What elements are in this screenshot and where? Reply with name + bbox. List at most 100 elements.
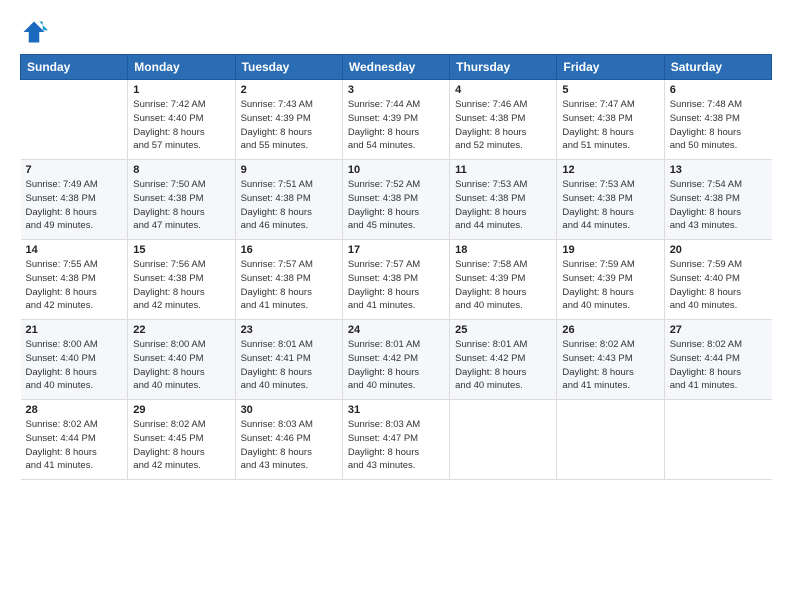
logo <box>20 18 52 46</box>
calendar-cell: 15 Sunrise: 7:56 AM Sunset: 4:38 PM Dayli… <box>128 240 235 320</box>
day-number: 22 <box>133 324 229 336</box>
day-number: 14 <box>26 244 123 256</box>
day-number: 31 <box>348 404 444 416</box>
cell-info: Sunrise: 7:57 AM Sunset: 4:38 PM Dayligh… <box>348 258 444 313</box>
calendar-cell: 23 Sunrise: 8:01 AM Sunset: 4:41 PM Dayli… <box>235 320 342 400</box>
calendar-cell: 30 Sunrise: 8:03 AM Sunset: 4:46 PM Dayli… <box>235 400 342 480</box>
calendar-cell <box>21 80 128 160</box>
day-number: 12 <box>562 164 658 176</box>
cell-info: Sunrise: 7:55 AM Sunset: 4:38 PM Dayligh… <box>26 258 123 313</box>
day-number: 6 <box>670 84 767 96</box>
calendar-cell: 31 Sunrise: 8:03 AM Sunset: 4:47 PM Dayli… <box>342 400 449 480</box>
calendar-cell: 28Sunrise: 8:02 AM Sunset: 4:44 PM Dayli… <box>21 400 128 480</box>
cell-info: Sunrise: 7:52 AM Sunset: 4:38 PM Dayligh… <box>348 178 444 233</box>
cell-info: Sunrise: 7:43 AM Sunset: 4:39 PM Dayligh… <box>241 98 337 153</box>
day-number: 29 <box>133 404 229 416</box>
day-number: 5 <box>562 84 658 96</box>
calendar-cell: 9 Sunrise: 7:51 AM Sunset: 4:38 PM Daylig… <box>235 160 342 240</box>
calendar-header: SundayMondayTuesdayWednesdayThursdayFrid… <box>21 55 772 80</box>
cell-info: Sunrise: 7:46 AM Sunset: 4:38 PM Dayligh… <box>455 98 551 153</box>
calendar-cell: 8 Sunrise: 7:50 AM Sunset: 4:38 PM Daylig… <box>128 160 235 240</box>
logo-icon <box>20 18 48 46</box>
cell-info: Sunrise: 7:47 AM Sunset: 4:38 PM Dayligh… <box>562 98 658 153</box>
day-number: 8 <box>133 164 229 176</box>
day-number: 9 <box>241 164 337 176</box>
cell-info: Sunrise: 8:00 AM Sunset: 4:40 PM Dayligh… <box>26 338 123 393</box>
cell-info: Sunrise: 8:01 AM Sunset: 4:42 PM Dayligh… <box>455 338 551 393</box>
calendar-cell: 10 Sunrise: 7:52 AM Sunset: 4:38 PM Dayli… <box>342 160 449 240</box>
cell-info: Sunrise: 7:53 AM Sunset: 4:38 PM Dayligh… <box>455 178 551 233</box>
cell-info: Sunrise: 7:44 AM Sunset: 4:39 PM Dayligh… <box>348 98 444 153</box>
calendar-cell: 14 Sunrise: 7:55 AM Sunset: 4:38 PM Dayli… <box>21 240 128 320</box>
calendar-cell: 27 Sunrise: 8:02 AM Sunset: 4:44 PM Dayli… <box>664 320 771 400</box>
calendar-cell: 24Sunrise: 8:01 AM Sunset: 4:42 PM Dayli… <box>342 320 449 400</box>
calendar-cell: 3 Sunrise: 7:44 AM Sunset: 4:39 PM Daylig… <box>342 80 449 160</box>
header-day: Saturday <box>664 55 771 80</box>
day-number: 30 <box>241 404 337 416</box>
calendar-cell: 21 Sunrise: 8:00 AM Sunset: 4:40 PM Dayli… <box>21 320 128 400</box>
header-day: Friday <box>557 55 664 80</box>
calendar-cell: 7Sunrise: 7:49 AM Sunset: 4:38 PM Daylig… <box>21 160 128 240</box>
cell-info: Sunrise: 7:58 AM Sunset: 4:39 PM Dayligh… <box>455 258 551 313</box>
day-number: 18 <box>455 244 551 256</box>
cell-info: Sunrise: 7:57 AM Sunset: 4:38 PM Dayligh… <box>241 258 337 313</box>
cell-info: Sunrise: 7:53 AM Sunset: 4:38 PM Dayligh… <box>562 178 658 233</box>
day-number: 27 <box>670 324 767 336</box>
calendar-cell: 2 Sunrise: 7:43 AM Sunset: 4:39 PM Daylig… <box>235 80 342 160</box>
calendar-cell: 5 Sunrise: 7:47 AM Sunset: 4:38 PM Daylig… <box>557 80 664 160</box>
day-number: 3 <box>348 84 444 96</box>
day-number: 16 <box>241 244 337 256</box>
calendar-cell: 20 Sunrise: 7:59 AM Sunset: 4:40 PM Dayli… <box>664 240 771 320</box>
day-number: 7 <box>26 164 123 176</box>
cell-info: Sunrise: 7:56 AM Sunset: 4:38 PM Dayligh… <box>133 258 229 313</box>
calendar-cell: 12 Sunrise: 7:53 AM Sunset: 4:38 PM Dayli… <box>557 160 664 240</box>
header <box>20 18 772 46</box>
calendar-week-row: 7Sunrise: 7:49 AM Sunset: 4:38 PM Daylig… <box>21 160 772 240</box>
calendar-cell: 29 Sunrise: 8:02 AM Sunset: 4:45 PM Dayli… <box>128 400 235 480</box>
calendar-cell <box>557 400 664 480</box>
calendar-cell: 26Sunrise: 8:02 AM Sunset: 4:43 PM Dayli… <box>557 320 664 400</box>
day-number: 25 <box>455 324 551 336</box>
header-day: Monday <box>128 55 235 80</box>
day-number: 13 <box>670 164 767 176</box>
day-number: 4 <box>455 84 551 96</box>
cell-info: Sunrise: 8:02 AM Sunset: 4:45 PM Dayligh… <box>133 418 229 473</box>
calendar-cell: 25 Sunrise: 8:01 AM Sunset: 4:42 PM Dayli… <box>450 320 557 400</box>
day-number: 11 <box>455 164 551 176</box>
calendar-week-row: 21 Sunrise: 8:00 AM Sunset: 4:40 PM Dayli… <box>21 320 772 400</box>
calendar-cell: 11 Sunrise: 7:53 AM Sunset: 4:38 PM Dayli… <box>450 160 557 240</box>
calendar-week-row: 14 Sunrise: 7:55 AM Sunset: 4:38 PM Dayli… <box>21 240 772 320</box>
cell-info: Sunrise: 8:02 AM Sunset: 4:44 PM Dayligh… <box>670 338 767 393</box>
calendar-cell: 22Sunrise: 8:00 AM Sunset: 4:40 PM Dayli… <box>128 320 235 400</box>
cell-info: Sunrise: 8:02 AM Sunset: 4:44 PM Dayligh… <box>26 418 123 473</box>
cell-info: Sunrise: 7:42 AM Sunset: 4:40 PM Dayligh… <box>133 98 229 153</box>
calendar-week-row: 1 Sunrise: 7:42 AM Sunset: 4:40 PM Daylig… <box>21 80 772 160</box>
day-number: 2 <box>241 84 337 96</box>
cell-info: Sunrise: 7:50 AM Sunset: 4:38 PM Dayligh… <box>133 178 229 233</box>
day-number: 1 <box>133 84 229 96</box>
cell-info: Sunrise: 8:02 AM Sunset: 4:43 PM Dayligh… <box>562 338 658 393</box>
cell-info: Sunrise: 7:59 AM Sunset: 4:40 PM Dayligh… <box>670 258 767 313</box>
header-row: SundayMondayTuesdayWednesdayThursdayFrid… <box>21 55 772 80</box>
day-number: 21 <box>26 324 123 336</box>
header-day: Tuesday <box>235 55 342 80</box>
calendar-cell <box>450 400 557 480</box>
day-number: 10 <box>348 164 444 176</box>
day-number: 23 <box>241 324 337 336</box>
day-number: 15 <box>133 244 229 256</box>
cell-info: Sunrise: 7:51 AM Sunset: 4:38 PM Dayligh… <box>241 178 337 233</box>
cell-info: Sunrise: 7:54 AM Sunset: 4:38 PM Dayligh… <box>670 178 767 233</box>
calendar-cell: 1 Sunrise: 7:42 AM Sunset: 4:40 PM Daylig… <box>128 80 235 160</box>
header-day: Sunday <box>21 55 128 80</box>
calendar-cell: 18 Sunrise: 7:58 AM Sunset: 4:39 PM Dayli… <box>450 240 557 320</box>
cell-info: Sunrise: 8:03 AM Sunset: 4:46 PM Dayligh… <box>241 418 337 473</box>
cell-info: Sunrise: 8:01 AM Sunset: 4:42 PM Dayligh… <box>348 338 444 393</box>
calendar-week-row: 28Sunrise: 8:02 AM Sunset: 4:44 PM Dayli… <box>21 400 772 480</box>
calendar-cell: 16 Sunrise: 7:57 AM Sunset: 4:38 PM Dayli… <box>235 240 342 320</box>
cell-info: Sunrise: 8:03 AM Sunset: 4:47 PM Dayligh… <box>348 418 444 473</box>
cell-info: Sunrise: 8:01 AM Sunset: 4:41 PM Dayligh… <box>241 338 337 393</box>
calendar-body: 1 Sunrise: 7:42 AM Sunset: 4:40 PM Daylig… <box>21 80 772 480</box>
day-number: 20 <box>670 244 767 256</box>
day-number: 17 <box>348 244 444 256</box>
cell-info: Sunrise: 7:59 AM Sunset: 4:39 PM Dayligh… <box>562 258 658 313</box>
